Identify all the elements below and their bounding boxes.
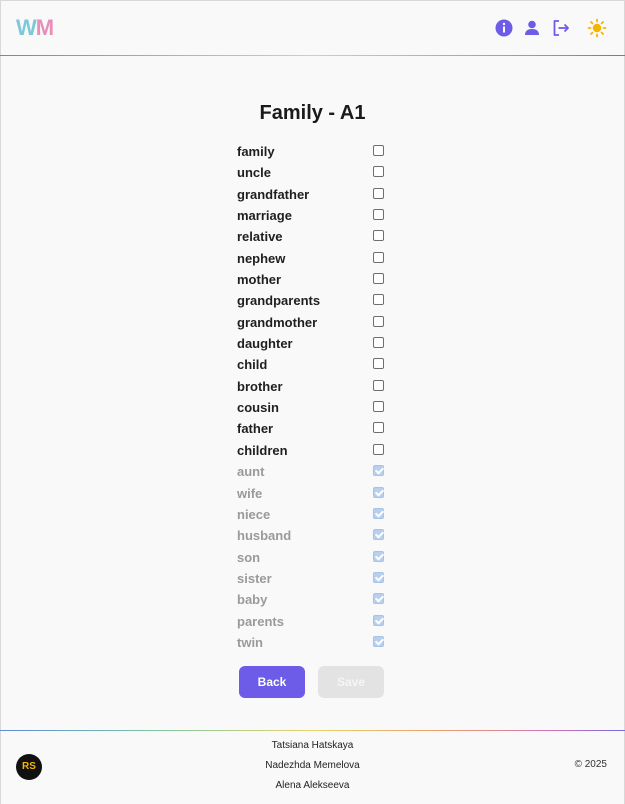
word-checkbox[interactable] bbox=[373, 635, 384, 647]
word-checkbox[interactable] bbox=[373, 145, 384, 156]
word-checklist: family uncle grandfather marriage relative ne… bbox=[237, 142, 387, 654]
word-row: sister bbox=[237, 569, 387, 590]
word-row: grandmother bbox=[237, 313, 387, 334]
author-list: Tatsiana Hatskaya Nadezhda Memelova Alen… bbox=[0, 739, 625, 799]
word-row: aunt bbox=[237, 462, 387, 483]
word-row: baby bbox=[237, 590, 387, 611]
word-label: cousin bbox=[237, 400, 279, 416]
sun-icon[interactable] bbox=[587, 18, 607, 38]
word-checkbox[interactable] bbox=[373, 529, 384, 541]
app-header: WM bbox=[0, 0, 625, 56]
word-label: grandmother bbox=[237, 314, 318, 330]
word-checkbox[interactable] bbox=[373, 507, 384, 519]
word-row: family bbox=[237, 142, 387, 163]
word-label: father bbox=[237, 421, 274, 437]
word-label: grandfather bbox=[237, 186, 310, 202]
word-label: uncle bbox=[237, 165, 271, 181]
word-checkbox[interactable] bbox=[373, 209, 384, 221]
word-checkbox[interactable] bbox=[373, 443, 384, 455]
word-row: marriage bbox=[237, 206, 387, 227]
word-label: relative bbox=[237, 229, 283, 245]
word-row: grandfather bbox=[237, 185, 387, 206]
word-row: daughter bbox=[237, 334, 387, 355]
word-label: baby bbox=[237, 592, 268, 608]
word-row: wife bbox=[237, 484, 387, 505]
app-footer: RS Tatsiana Hatskaya Nadezhda Memelova A… bbox=[0, 731, 625, 804]
author-link[interactable]: Alena Alekseeva bbox=[0, 779, 625, 799]
word-row: brother bbox=[237, 377, 387, 398]
word-row: twin bbox=[237, 633, 387, 654]
word-label: brother bbox=[237, 378, 283, 394]
author-link[interactable]: Tatsiana Hatskaya bbox=[0, 739, 625, 759]
word-row: mother bbox=[237, 270, 387, 291]
word-label: sister bbox=[237, 570, 272, 586]
word-label: grandparents bbox=[237, 293, 321, 309]
author-link[interactable]: Nadezhda Memelova bbox=[0, 759, 625, 779]
page-title: Family - A1 bbox=[259, 102, 366, 124]
word-checkbox[interactable] bbox=[373, 251, 384, 263]
logout-icon[interactable] bbox=[551, 18, 571, 38]
word-checkbox[interactable] bbox=[373, 358, 384, 370]
word-label: parents bbox=[237, 613, 284, 629]
word-row: son bbox=[237, 548, 387, 569]
word-row: children bbox=[237, 441, 387, 462]
word-checkbox[interactable] bbox=[373, 465, 384, 477]
word-checkbox[interactable] bbox=[373, 486, 384, 498]
user-icon[interactable] bbox=[522, 18, 542, 38]
word-label: children bbox=[237, 442, 288, 458]
word-row: relative bbox=[237, 227, 387, 248]
word-row: grandparents bbox=[237, 291, 387, 312]
word-label: aunt bbox=[237, 464, 265, 480]
app-logo[interactable]: WM bbox=[16, 16, 58, 40]
word-label: child bbox=[237, 357, 268, 373]
word-checkbox[interactable] bbox=[373, 294, 384, 306]
word-checkbox[interactable] bbox=[373, 337, 384, 349]
word-list-page: Family - A1 family uncle grandfather marria… bbox=[0, 56, 625, 731]
word-checkbox[interactable] bbox=[373, 379, 384, 391]
word-row: child bbox=[237, 355, 387, 376]
word-label: mother bbox=[237, 272, 282, 288]
info-icon[interactable] bbox=[494, 18, 514, 38]
word-row: cousin bbox=[237, 398, 387, 419]
word-label: family bbox=[237, 144, 275, 159]
word-row: uncle bbox=[237, 163, 387, 184]
word-checkbox[interactable] bbox=[373, 422, 384, 434]
word-checkbox[interactable] bbox=[373, 166, 384, 178]
word-checkbox[interactable] bbox=[373, 230, 384, 242]
word-label: daughter bbox=[237, 336, 293, 352]
save-button[interactable]: Save bbox=[318, 666, 384, 698]
word-checkbox[interactable] bbox=[373, 571, 384, 583]
word-checkbox[interactable] bbox=[373, 401, 384, 413]
word-row: father bbox=[237, 419, 387, 440]
word-checkbox[interactable] bbox=[373, 187, 384, 199]
word-row: husband bbox=[237, 526, 387, 547]
word-label: niece bbox=[237, 506, 271, 522]
word-label: son bbox=[237, 549, 261, 565]
word-checkbox[interactable] bbox=[373, 273, 384, 285]
word-label: nephew bbox=[237, 250, 286, 266]
word-row: niece bbox=[237, 505, 387, 526]
word-label: wife bbox=[237, 485, 263, 501]
copyright: © 2025 bbox=[574, 759, 607, 770]
word-checkbox[interactable] bbox=[373, 315, 384, 327]
word-checkbox[interactable] bbox=[373, 550, 384, 562]
word-row: nephew bbox=[237, 249, 387, 270]
back-button[interactable]: Back bbox=[239, 666, 305, 698]
word-checkbox[interactable] bbox=[373, 614, 384, 626]
word-label: twin bbox=[237, 634, 263, 650]
word-row: parents bbox=[237, 612, 387, 633]
word-checkbox[interactable] bbox=[373, 593, 384, 605]
word-label: marriage bbox=[237, 208, 292, 224]
word-label: husband bbox=[237, 528, 292, 544]
